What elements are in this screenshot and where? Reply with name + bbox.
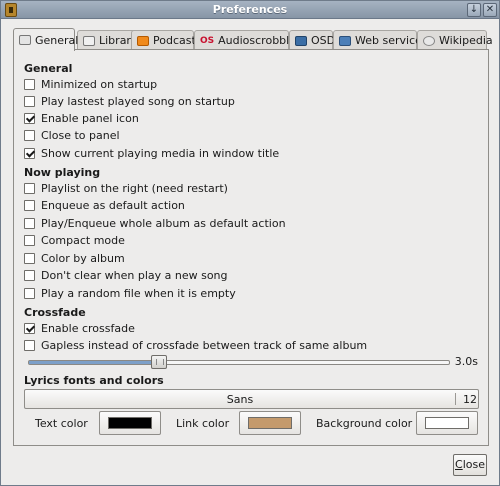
option-label: Play a random file when it is empty xyxy=(41,286,236,300)
link-color-label: Link color xyxy=(176,417,230,430)
color-by-album-option[interactable]: Color by album xyxy=(24,250,125,266)
osd-icon xyxy=(295,35,307,46)
play-enqueue-album-option[interactable]: Play/Enqueue whole album as default acti… xyxy=(24,215,286,231)
preferences-window: Preferences ↓ ✕ General Library Podcast … xyxy=(0,0,500,486)
show-media-in-title-option[interactable]: Show current playing media in window tit… xyxy=(24,145,279,161)
option-label: Playlist on the right (need restart) xyxy=(41,181,228,195)
general-heading: General xyxy=(24,62,73,75)
checkbox[interactable] xyxy=(24,112,35,124)
option-label: Don't clear when play a new song xyxy=(41,268,228,282)
play-random-file-option[interactable]: Play a random file when it is empty xyxy=(24,285,236,301)
close-to-panel-option[interactable]: Close to panel xyxy=(24,127,120,143)
checkbox[interactable] xyxy=(24,147,35,159)
tab-general[interactable]: General xyxy=(13,28,79,51)
close-label: lose xyxy=(462,458,485,471)
option-label: Minimized on startup xyxy=(41,77,158,91)
tab-library[interactable]: Library xyxy=(77,30,139,50)
text-color-swatch xyxy=(108,417,152,429)
tab-web-service[interactable]: Web service xyxy=(333,30,422,50)
option-label: Enqueue as default action xyxy=(41,198,185,212)
play-lastest-song-option[interactable]: Play lastest played song on startup xyxy=(24,93,235,109)
lyrics-heading: Lyrics fonts and colors xyxy=(24,374,164,387)
crossfade-slider-track[interactable] xyxy=(28,360,450,365)
tab-label: General xyxy=(35,33,79,47)
close-mnemonic: C xyxy=(455,458,463,471)
checkbox[interactable] xyxy=(24,129,35,141)
lyrics-font-button[interactable]: Sans 12 xyxy=(24,389,479,409)
background-color-button[interactable] xyxy=(416,411,478,435)
font-name: Sans xyxy=(226,393,254,406)
text-color-label: Text color xyxy=(35,417,88,430)
audioscrobbler-icon: OS xyxy=(200,35,215,46)
checkbox[interactable] xyxy=(24,199,35,211)
minimized-on-startup-option[interactable]: Minimized on startup xyxy=(24,76,157,92)
checkbox[interactable] xyxy=(24,182,35,194)
window-title: Preferences xyxy=(212,3,288,16)
enable-panel-icon-option[interactable]: Enable panel icon xyxy=(24,110,139,126)
wikipedia-icon xyxy=(423,35,435,46)
tab-label: Web service xyxy=(355,34,422,47)
minimize-button[interactable]: ↓ xyxy=(467,3,481,17)
enable-crossfade-option[interactable]: Enable crossfade xyxy=(24,320,135,336)
dont-clear-option[interactable]: Don't clear when play a new song xyxy=(24,267,228,283)
tab-label: OSD xyxy=(311,34,336,47)
link-color-button[interactable] xyxy=(239,411,301,435)
checkbox[interactable] xyxy=(24,234,35,246)
background-color-swatch xyxy=(425,417,469,429)
option-label: Color by album xyxy=(41,251,125,265)
crossfade-heading: Crossfade xyxy=(24,306,86,319)
enqueue-default-option[interactable]: Enqueue as default action xyxy=(24,197,185,213)
podcast-rss-icon xyxy=(137,35,149,46)
checkbox[interactable] xyxy=(24,322,35,334)
font-button-divider xyxy=(455,393,456,405)
font-size: 12 xyxy=(463,393,477,406)
general-tab-panel: General Minimized on startup Play lastes… xyxy=(13,49,489,446)
title-bar[interactable]: Preferences ↓ ✕ xyxy=(1,1,499,19)
background-color-label: Background color xyxy=(316,417,413,430)
tab-audioscrobbler[interactable]: OS Audioscrobbler xyxy=(194,30,301,50)
option-label: Gapless instead of crossfade between tra… xyxy=(41,338,368,352)
link-color-swatch xyxy=(248,417,292,429)
compact-mode-option[interactable]: Compact mode xyxy=(24,232,125,248)
general-icon xyxy=(19,35,31,45)
tab-label: Wikipedia xyxy=(439,34,493,47)
option-label: Show current playing media in window tit… xyxy=(41,146,280,160)
crossfade-slider-handle[interactable] xyxy=(151,355,167,369)
playlist-on-right-option[interactable]: Playlist on the right (need restart) xyxy=(24,180,228,196)
checkbox[interactable] xyxy=(24,287,35,299)
checkbox[interactable] xyxy=(24,217,35,229)
checkbox[interactable] xyxy=(24,78,35,90)
crossfade-slider-fill xyxy=(29,361,160,364)
option-label: Play/Enqueue whole album as default acti… xyxy=(41,216,286,230)
option-label: Close to panel xyxy=(41,128,120,142)
checkbox[interactable] xyxy=(24,252,35,264)
option-label: Play lastest played song on startup xyxy=(41,94,235,108)
tab-osd[interactable]: OSD xyxy=(289,30,336,50)
web-service-icon xyxy=(339,35,351,46)
library-icon xyxy=(83,35,95,46)
tab-podcast[interactable]: Podcast xyxy=(131,30,196,50)
tab-label: Podcast xyxy=(153,34,196,47)
checkbox[interactable] xyxy=(24,339,35,351)
now-playing-heading: Now playing xyxy=(24,166,101,179)
option-label: Enable panel icon xyxy=(41,111,139,125)
option-label: Enable crossfade xyxy=(41,321,135,335)
text-color-button[interactable] xyxy=(99,411,161,435)
option-label: Compact mode xyxy=(41,233,125,247)
checkbox[interactable] xyxy=(24,95,35,107)
close-button[interactable]: Close xyxy=(453,454,487,476)
gapless-option[interactable]: Gapless instead of crossfade between tra… xyxy=(24,337,367,353)
window-close-button[interactable]: ✕ xyxy=(483,3,497,17)
tab-wikipedia[interactable]: Wikipedia xyxy=(417,30,493,50)
checkbox[interactable] xyxy=(24,269,35,281)
crossfade-duration-value: 3.0s xyxy=(454,355,478,368)
tab-bar: General Library Podcast OS Audioscrobble… xyxy=(13,28,493,51)
